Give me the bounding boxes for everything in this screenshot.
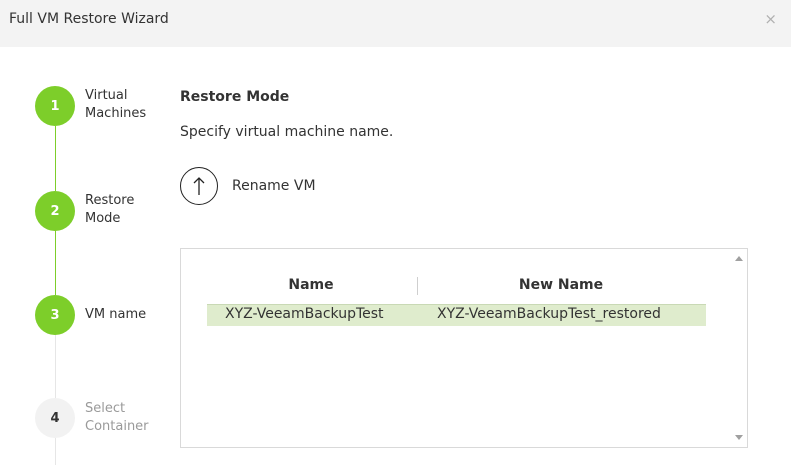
column-header-new-name[interactable]: New Name — [481, 277, 641, 293]
section-title: Restore Mode — [180, 89, 290, 105]
step-connector — [55, 126, 56, 191]
rename-vm-button[interactable] — [180, 167, 218, 205]
column-header-name[interactable]: Name — [231, 277, 391, 293]
scroll-up-arrow[interactable] — [735, 256, 743, 261]
arrow-up-icon — [193, 177, 205, 195]
step-connector — [55, 335, 56, 398]
column-divider[interactable] — [417, 277, 418, 295]
close-button[interactable]: × — [764, 12, 777, 27]
step-4-label: Select Container — [85, 401, 149, 434]
rename-vm-label[interactable]: Rename VM — [232, 178, 316, 194]
vm-name-table: Name New Name XYZ-VeeamBackupTest XYZ-Ve… — [180, 248, 748, 448]
step-2-circle[interactable]: 2 — [35, 191, 75, 231]
step-4-circle: 4 — [35, 398, 75, 438]
section-description: Specify virtual machine name. — [180, 124, 394, 140]
table-row[interactable]: XYZ-VeeamBackupTest XYZ-VeeamBackupTest_… — [207, 304, 706, 326]
step-2-label[interactable]: Restore Mode — [85, 192, 165, 228]
step-connector — [55, 230, 56, 295]
window-title: Full VM Restore Wizard — [9, 11, 169, 27]
step-1-circle[interactable]: 1 — [35, 86, 75, 126]
scroll-down-arrow[interactable] — [735, 435, 743, 440]
title-bar: Full VM Restore Wizard × — [0, 0, 791, 47]
step-connector — [55, 438, 56, 465]
cell-new-name[interactable]: XYZ-VeeamBackupTest_restored — [437, 306, 661, 322]
step-3-circle[interactable]: 3 — [35, 295, 75, 335]
cell-name: XYZ-VeeamBackupTest — [225, 306, 384, 322]
step-3-label[interactable]: VM name — [85, 306, 165, 324]
step-1-label[interactable]: Virtual Machines — [85, 87, 165, 123]
